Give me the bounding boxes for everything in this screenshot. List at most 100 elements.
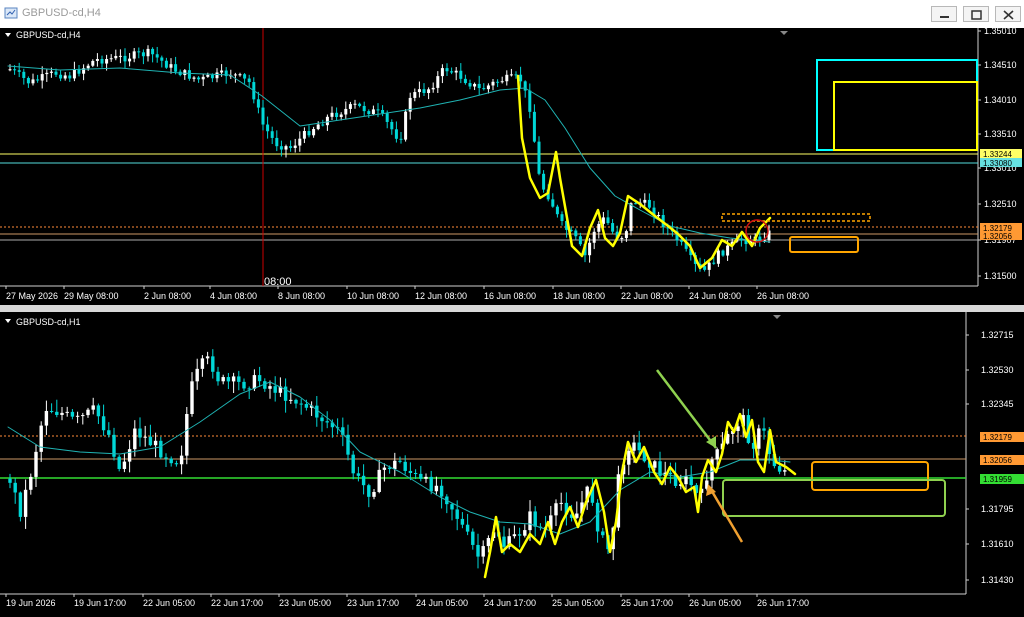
time-tick-label: 2 Jun 08:00 (144, 291, 191, 301)
candle (601, 531, 605, 536)
candle (70, 411, 75, 417)
chart-symbol-label: GBPUSD-cd,H1 (16, 317, 81, 327)
candle (75, 415, 80, 417)
time-tick-label: 24 Jun 17:00 (484, 598, 536, 608)
candle (137, 51, 141, 53)
pane-separator[interactable] (0, 305, 1024, 312)
close-button[interactable] (995, 6, 1021, 22)
candle (164, 60, 168, 68)
candle (491, 81, 495, 86)
candle (335, 112, 339, 118)
candle (632, 442, 636, 451)
candle (500, 81, 504, 83)
minimize-button[interactable] (931, 6, 957, 22)
candle (528, 90, 532, 112)
candle (44, 410, 49, 426)
candle (252, 375, 257, 389)
candle (200, 358, 205, 369)
candle (417, 89, 421, 93)
candle (509, 74, 513, 76)
candle (486, 538, 491, 547)
candle (517, 534, 522, 536)
price-tick-label: 1.31500 (984, 271, 1017, 281)
candle (299, 403, 303, 405)
time-tick-label: 26 Jun 08:00 (757, 291, 809, 301)
candle (554, 503, 558, 516)
candle (91, 405, 95, 410)
candle (192, 77, 196, 79)
candle (403, 461, 407, 471)
chart-h1-pane[interactable]: GBPUSD-cd,H1 1.32715 1.32530 1.32345 1.31795… (0, 312, 1024, 617)
chart-symbol-label: GBPUSD-cd,H4 (16, 30, 81, 40)
candle (344, 108, 348, 115)
candle (715, 449, 719, 460)
candle (377, 469, 381, 492)
candle (315, 405, 319, 418)
candle (23, 489, 28, 517)
price-level-tag-label: 1.33244 (983, 150, 1012, 159)
time-tick-label: 12 Jun 08:00 (415, 291, 467, 301)
chart-background (0, 312, 1024, 617)
candle (8, 478, 12, 483)
candle (783, 470, 787, 472)
time-tick-label: 16 Jun 08:00 (484, 291, 536, 301)
candle (289, 146, 293, 148)
price-tick-label: 1.31610 (981, 539, 1014, 549)
candle (726, 245, 730, 256)
candle (445, 68, 449, 72)
candle (117, 456, 121, 469)
candle (294, 399, 298, 404)
candle (606, 217, 610, 224)
time-tick-label: 18 Jun 08:00 (553, 291, 605, 301)
candle (133, 428, 137, 450)
candle (455, 509, 459, 519)
candle (179, 455, 184, 465)
candle (49, 71, 53, 73)
candle (459, 70, 463, 79)
candle (356, 473, 361, 476)
candle (424, 476, 428, 479)
candle (210, 74, 214, 79)
candle (382, 467, 387, 470)
candle (123, 55, 127, 62)
candle (190, 381, 194, 414)
candle (427, 89, 431, 94)
candle (712, 262, 716, 264)
candle (146, 48, 150, 57)
candle (321, 124, 325, 126)
candle (304, 404, 309, 408)
candle (307, 131, 311, 136)
candle (505, 74, 509, 82)
candle (275, 137, 279, 147)
candle (316, 124, 320, 130)
time-tick-label: 27 May 2026 (6, 291, 58, 301)
candle (592, 231, 596, 243)
restore-button[interactable] (963, 6, 989, 22)
candle (31, 79, 35, 84)
candle (376, 109, 380, 111)
candle (429, 476, 433, 492)
candle (578, 236, 582, 245)
chart-h4-canvas[interactable]: GBPUSD-cd,H408:001.350101.345101.340101.… (0, 28, 1024, 305)
candle (358, 103, 362, 106)
candle (201, 76, 205, 80)
price-tick-label: 1.34510 (984, 60, 1017, 70)
candle (138, 428, 142, 438)
candle (72, 69, 76, 79)
candle (114, 55, 118, 59)
chart-h1-canvas[interactable]: GBPUSD-cd,H1 1.32715 1.32530 1.32345 1.31795… (0, 312, 1024, 617)
candle (174, 64, 178, 72)
candle (59, 74, 63, 79)
candle (471, 531, 475, 545)
candle (86, 409, 90, 416)
candle (174, 463, 179, 465)
price-tick-label: 1.31430 (981, 575, 1014, 585)
candle (247, 388, 251, 390)
time-tick-label: 24 Jun 08:00 (689, 291, 741, 301)
candle (398, 460, 402, 462)
candle (8, 69, 12, 71)
candle (169, 64, 173, 68)
chart-h4-pane[interactable]: GBPUSD-cd,H4 08:00 1.35010 1.34510 1.34010 1.… (0, 28, 1024, 305)
candle (247, 78, 251, 83)
time-tick-label: 22 Jun 08:00 (621, 291, 673, 301)
